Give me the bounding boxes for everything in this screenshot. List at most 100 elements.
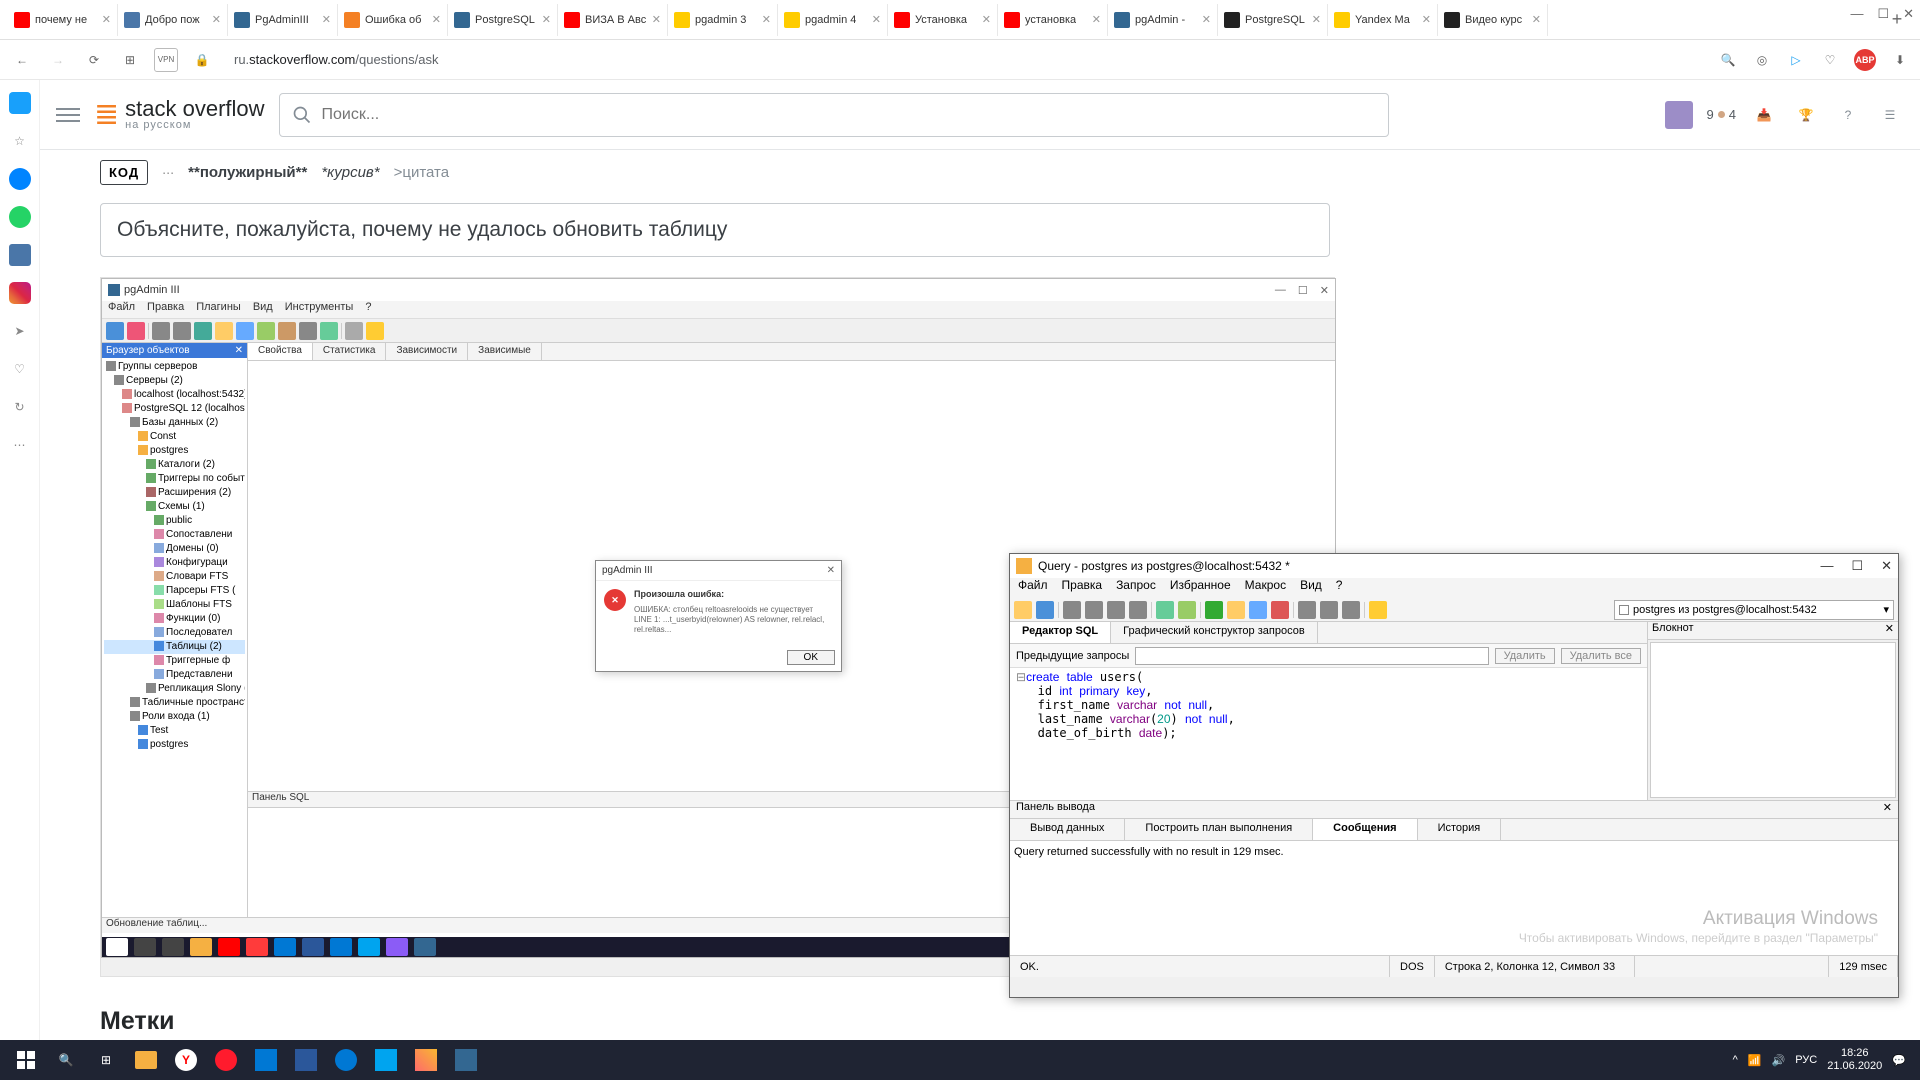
browser-tab[interactable]: ВИЗА В Авс✕	[558, 4, 668, 36]
tree-item[interactable]: Табличные пространства (2)	[104, 696, 245, 710]
minimize-icon[interactable]: —	[1850, 6, 1863, 22]
tb-icon[interactable]	[236, 322, 254, 340]
browser-tab[interactable]: Ошибка об✕	[338, 4, 448, 36]
download-icon[interactable]: ⬇	[1890, 50, 1910, 70]
tb-icon[interactable]	[1249, 601, 1267, 619]
tree-item[interactable]: Словари FTS	[104, 570, 245, 584]
output-tab[interactable]: Вывод данных	[1010, 819, 1125, 840]
tab-close-icon[interactable]: ✕	[868, 13, 881, 26]
detail-tab[interactable]: Статистика	[313, 343, 387, 360]
tb-icon[interactable]	[106, 322, 124, 340]
more-icon[interactable]: ⋯	[9, 434, 31, 456]
language-indicator[interactable]: РУС	[1795, 1054, 1817, 1066]
menu-item[interactable]: ?	[1336, 578, 1343, 598]
tab-sql-editor[interactable]: Редактор SQL	[1010, 622, 1111, 643]
tb-icon[interactable]	[215, 322, 233, 340]
search-icon[interactable]: 🔍	[1718, 50, 1738, 70]
delete-button[interactable]: Удалить	[1495, 648, 1555, 664]
adblock-icon[interactable]: ABP	[1854, 49, 1876, 71]
question-body[interactable]: Объясните, пожалуйста, почему не удалось…	[100, 203, 1330, 257]
tab-close-icon[interactable]: ✕	[1088, 13, 1101, 26]
tree-item[interactable]: Сопоставлени	[104, 528, 245, 542]
tree-item[interactable]: Триггеры по событ	[104, 472, 245, 486]
tree-item[interactable]: postgres	[104, 738, 245, 752]
app-icon[interactable]	[246, 1040, 286, 1080]
edge-icon[interactable]	[326, 1040, 366, 1080]
start-button[interactable]	[6, 1040, 46, 1080]
maximize-icon[interactable]: ☐	[1877, 6, 1889, 22]
tb-icon[interactable]	[366, 322, 384, 340]
tb-icon[interactable]	[345, 322, 363, 340]
tree-item[interactable]: Таблицы (2)	[104, 640, 245, 654]
prev-queries-combo[interactable]	[1135, 647, 1488, 665]
inbox-icon[interactable]: 📥	[1750, 101, 1778, 129]
tab-close-icon[interactable]: ✕	[98, 13, 111, 26]
tb-item[interactable]	[414, 938, 436, 956]
tb-icon[interactable]	[320, 322, 338, 340]
tab-close-icon[interactable]: ✕	[1418, 13, 1431, 26]
minimize-icon[interactable]: —	[1820, 558, 1833, 574]
detail-tab[interactable]: Свойства	[248, 343, 313, 360]
tb-item[interactable]	[358, 938, 380, 956]
maximize-icon[interactable]: ☐	[1851, 558, 1863, 574]
so-logo[interactable]: ≣ stack overflow на русском	[94, 97, 265, 132]
browser-tab[interactable]: PostgreSQL✕	[1218, 4, 1328, 36]
heart-icon[interactable]: ♡	[1820, 50, 1840, 70]
browser-tab[interactable]: Yandex Ma✕	[1328, 4, 1438, 36]
tb-icon[interactable]	[1298, 601, 1316, 619]
tab-close-icon[interactable]: ✕	[978, 13, 991, 26]
close-icon[interactable]: ✕	[1881, 558, 1892, 574]
notifications-icon[interactable]: 💬	[1892, 1054, 1906, 1067]
play-icon[interactable]: ▷	[1786, 50, 1806, 70]
browser-tab[interactable]: Добро пож✕	[118, 4, 228, 36]
explorer-icon[interactable]	[126, 1040, 166, 1080]
browser-tab[interactable]: установка✕	[998, 4, 1108, 36]
output-tab[interactable]: История	[1418, 819, 1502, 840]
search-input[interactable]	[322, 106, 1376, 124]
tree-item[interactable]: Функции (0)	[104, 612, 245, 626]
community-icon[interactable]: ☰	[1876, 101, 1904, 129]
tree-item[interactable]: postgres	[104, 444, 245, 458]
pgadmin-taskbar-icon[interactable]	[446, 1040, 486, 1080]
menu-item[interactable]: Файл	[1018, 578, 1048, 598]
tb-item[interactable]	[190, 938, 212, 956]
tb-icon[interactable]	[1271, 601, 1289, 619]
browser-tab[interactable]: PgAdminIII✕	[228, 4, 338, 36]
tree-item[interactable]: Каталоги (2)	[104, 458, 245, 472]
vk-icon[interactable]	[9, 244, 31, 266]
tree-item[interactable]: Репликация Slony (0)	[104, 682, 245, 696]
tree-item[interactable]: Const	[104, 430, 245, 444]
tb-icon[interactable]	[1107, 601, 1125, 619]
opera-icon[interactable]	[206, 1040, 246, 1080]
apps-icon[interactable]: ⊞	[118, 48, 142, 72]
tree-item[interactable]: Серверы (2)	[104, 374, 245, 388]
run-icon[interactable]	[1205, 601, 1223, 619]
avatar[interactable]	[1665, 101, 1693, 129]
browser-tab[interactable]: pgadmin 3✕	[668, 4, 778, 36]
close-icon[interactable]: ✕	[1885, 622, 1894, 639]
tb-item[interactable]	[162, 938, 184, 956]
tb-item[interactable]	[274, 938, 296, 956]
tb-item[interactable]	[302, 938, 324, 956]
volume-icon[interactable]: 🔊	[1772, 1054, 1786, 1067]
tb-win-icon[interactable]	[106, 938, 128, 956]
tree-item[interactable]: public	[104, 514, 245, 528]
tab-graphical[interactable]: Графический конструктор запросов	[1111, 622, 1318, 643]
tab-close-icon[interactable]: ✕	[1198, 13, 1211, 26]
tree-item[interactable]: Схемы (1)	[104, 500, 245, 514]
tb-icon[interactable]	[299, 322, 317, 340]
tb-icon[interactable]	[257, 322, 275, 340]
close-icon[interactable]: ✕	[1903, 6, 1914, 22]
output-tab[interactable]: Построить план выполнения	[1125, 819, 1313, 840]
app-icon-2[interactable]	[366, 1040, 406, 1080]
bookmark-icon[interactable]: ☆	[9, 130, 31, 152]
history-icon[interactable]: ↻	[9, 396, 31, 418]
sql-code-editor[interactable]: ⊟create table users( id int primary key,…	[1010, 668, 1647, 800]
detail-tab[interactable]: Зависимости	[386, 343, 468, 360]
tree-item[interactable]: Конфигураци	[104, 556, 245, 570]
help-icon[interactable]	[1369, 601, 1387, 619]
tab-close-icon[interactable]: ✕	[538, 13, 551, 26]
tb-item[interactable]	[386, 938, 408, 956]
so-search-box[interactable]	[279, 93, 1389, 137]
forward-button[interactable]: →	[46, 48, 70, 72]
